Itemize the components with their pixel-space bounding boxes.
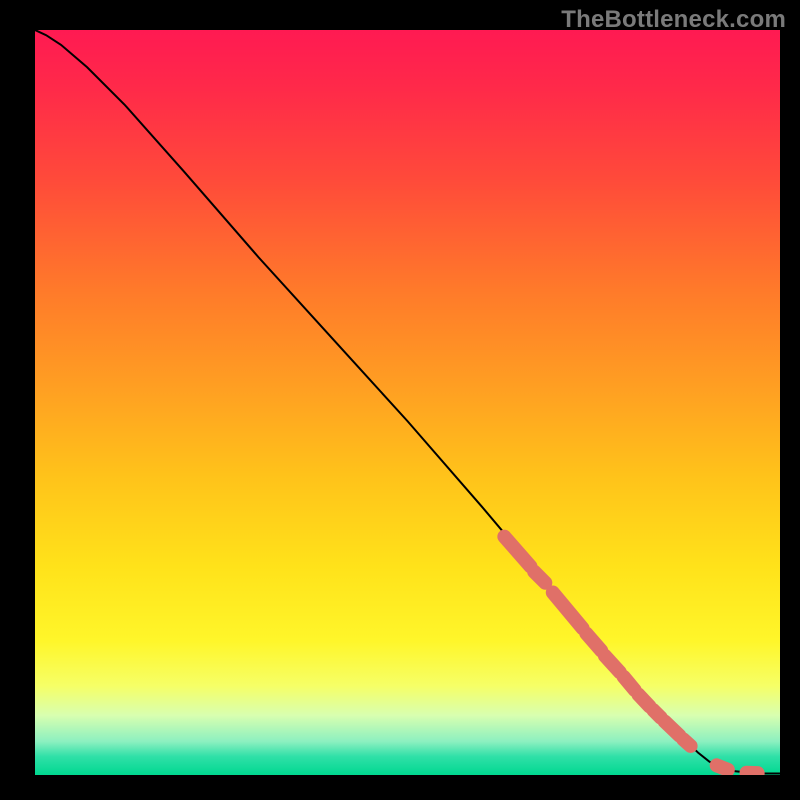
bead-segment <box>624 677 635 690</box>
bottleneck-curve <box>35 30 780 774</box>
bead-segment <box>665 721 680 735</box>
curve-overlay <box>35 30 780 775</box>
bead-segment <box>605 656 620 672</box>
bead-segment <box>683 739 690 746</box>
chart-stage: TheBottleneck.com <box>0 0 800 800</box>
bead-segment <box>504 537 530 567</box>
bead-segment <box>553 592 583 628</box>
bead-segment <box>638 695 649 707</box>
bead-segment <box>586 633 601 650</box>
bead-highlights <box>504 537 757 774</box>
bead-segment <box>534 572 545 583</box>
plot-area <box>35 30 780 775</box>
watermark-label: TheBottleneck.com <box>561 6 786 34</box>
bead-segment <box>717 765 728 769</box>
